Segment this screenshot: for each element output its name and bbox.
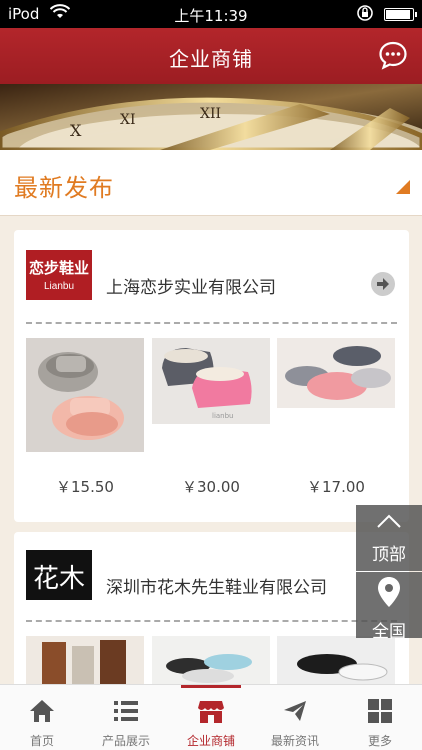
product-price: ￥17.00: [307, 478, 365, 496]
region-button[interactable]: 全国: [356, 572, 422, 642]
tab-bar: 首页 产品展示 企业商铺 最新资讯 更多: [0, 684, 422, 750]
expand-arrow-icon[interactable]: [396, 180, 410, 194]
chevron-up-icon: [377, 514, 401, 528]
tab-products[interactable]: 产品展示: [84, 685, 168, 750]
page-title: 企业商铺: [169, 47, 253, 71]
divider: [26, 322, 397, 324]
svg-text:X: X: [70, 121, 82, 140]
tab-label: 企业商铺: [186, 734, 235, 748]
rotation-lock-icon: [357, 5, 373, 21]
tab-stores[interactable]: 企业商铺: [169, 685, 253, 750]
product-image[interactable]: lianbu: [152, 338, 270, 424]
product-image[interactable]: [26, 338, 144, 452]
tab-news[interactable]: 最新资讯: [253, 685, 337, 750]
product-image[interactable]: [277, 636, 395, 686]
nav-bar: 企业商铺: [0, 28, 422, 84]
banner-image[interactable]: X XI XII: [0, 84, 422, 150]
tab-label: 最新资讯: [270, 734, 319, 748]
chat-icon[interactable]: [378, 40, 408, 70]
svg-text:XII: XII: [200, 106, 221, 122]
plane-icon: [284, 701, 306, 721]
list-icon: [114, 701, 138, 721]
divider: [26, 620, 397, 622]
grid-icon: [368, 699, 392, 723]
tab-label: 产品展示: [101, 734, 150, 748]
product-price: ￥30.00: [182, 478, 240, 496]
battery-icon: [384, 8, 417, 21]
back-to-top-label: 顶部: [372, 545, 406, 565]
product-price: ￥15.50: [56, 478, 114, 496]
tab-label: 更多: [367, 734, 392, 748]
home-icon: [30, 700, 54, 722]
region-label: 全国: [372, 622, 406, 642]
status-bar: iPod 上午11:39: [0, 0, 422, 28]
tab-more[interactable]: 更多: [338, 685, 422, 750]
section-title: 最新发布: [14, 174, 114, 202]
tab-home[interactable]: 首页: [0, 685, 84, 750]
store-logo: 花木: [26, 550, 92, 600]
back-to-top-button[interactable]: 顶部: [356, 505, 422, 571]
store-logo: 恋步鞋业 Lianbu: [26, 250, 92, 300]
store-card[interactable]: 恋步鞋业 Lianbu 上海恋步实业有限公司 lianbu ￥15.50 ￥30…: [14, 230, 409, 522]
tab-label: 首页: [29, 734, 54, 748]
store-icon: [198, 701, 224, 723]
location-pin-icon: [378, 577, 400, 607]
svg-text:lianbu: lianbu: [212, 412, 234, 420]
store-name[interactable]: 深圳市花木先生鞋业有限公司: [106, 573, 327, 598]
battery-level: [386, 10, 410, 19]
store-card[interactable]: 花木 深圳市花木先生鞋业有限公司: [14, 532, 409, 692]
svg-text:XI: XI: [120, 112, 136, 128]
product-image[interactable]: [26, 636, 144, 686]
product-image[interactable]: [277, 338, 395, 408]
arrow-right-icon[interactable]: [371, 272, 395, 296]
store-name[interactable]: 上海恋步实业有限公司: [106, 273, 276, 298]
product-image[interactable]: [152, 636, 270, 686]
section-header: 最新发布: [0, 150, 422, 216]
